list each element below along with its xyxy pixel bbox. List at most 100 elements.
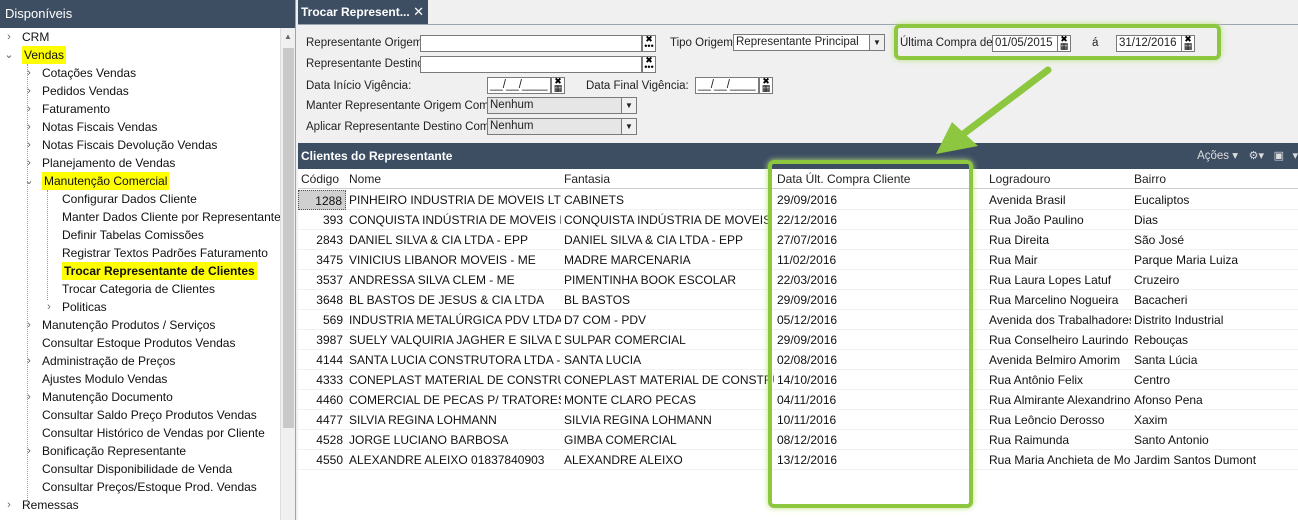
chevron-down-icon[interactable]: ⌄ [24,172,34,190]
tree-item[interactable]: › Notas Fiscais Vendas [0,118,280,136]
tree-item[interactable]: ⌄ Manutenção Comercial [0,172,280,190]
chevron-right-icon[interactable]: › [24,118,34,136]
chevron-down-icon[interactable]: ▼ [621,98,636,113]
chevron-right-icon[interactable]: › [24,352,34,370]
tree-item[interactable]: › Cotações Vendas [0,64,280,82]
column-header[interactable]: Código [298,169,346,189]
tree-item[interactable]: › Politicas [0,298,280,316]
column-header[interactable]: Nome [346,169,561,189]
calendar-icon[interactable]: ✖ ▦ [759,77,773,94]
scrollbar-thumb[interactable] [283,48,294,428]
tree-item[interactable]: › Administração de Preços [0,352,280,370]
rep-destino-lookup-icon[interactable]: ✖ ••• [642,56,656,73]
tree-scrollbar[interactable]: ▲ [280,28,295,520]
tree-item[interactable]: Definir Tabelas Comissões [0,226,280,244]
tree-item[interactable]: Configurar Dados Cliente [0,190,280,208]
tree-item[interactable]: › Planejamento de Vendas [0,154,280,172]
table-cell: 393 [298,210,346,230]
aplicar-select[interactable]: Nenhum ▼ [487,118,637,135]
tree-item-label: Trocar Representante de Clientes [62,262,257,280]
tree-item[interactable]: Consultar Saldo Preço Produtos Vendas [0,406,280,424]
chevron-right-icon[interactable]: › [24,316,34,334]
grid-title: Clientes do Representante [301,149,453,163]
close-icon[interactable]: ✕ [413,0,424,24]
table-cell: Rua Leôncio Derosso [986,410,1131,430]
chevron-down-icon[interactable]: ▼ [869,35,884,50]
chevron-right-icon[interactable]: › [24,154,34,172]
chevron-right-icon[interactable]: › [24,100,34,118]
table-cell: Santo Antonio [1131,430,1298,450]
chevron-right-icon[interactable]: › [24,82,34,100]
tree-item[interactable]: ⌄ Vendas [0,46,280,64]
tree-item[interactable]: Trocar Representante de Clientes [0,262,280,280]
tree-item-label: CRM [22,30,50,44]
chevron-right-icon[interactable]: › [44,298,54,316]
actions-menu[interactable]: Ações ▾ [1197,143,1238,169]
table-cell: BL BASTOS DE JESUS & CIA LTDA [346,290,561,310]
table-cell: ANDRESSA SILVA CLEM - ME [346,270,561,290]
filter-icon[interactable]: ⚙▾ [1249,143,1264,169]
table-cell: 2843 [298,230,346,250]
chevron-right-icon[interactable]: › [24,136,34,154]
tree-item[interactable]: Consultar Estoque Produtos Vendas [0,334,280,352]
tree-item[interactable]: › Pedidos Vendas [0,82,280,100]
chevron-right-icon[interactable]: › [4,28,14,46]
table-cell: VINICIUS LIBANOR MOVEIS - ME [346,250,561,270]
table-cell: Avenida dos Trabalhadores [986,310,1131,330]
table-cell: Afonso Pena [1131,390,1298,410]
tree-item-label: Consultar Preços/Estoque Prod. Vendas [42,480,257,494]
tab-label: Trocar Represent... [301,5,410,19]
tree-item[interactable]: Ajustes Modulo Vendas [0,370,280,388]
tree-item-label: Administração de Preços [42,354,176,368]
tree-item-label: Definir Tabelas Comissões [62,228,204,242]
chevron-right-icon[interactable]: › [4,496,14,514]
manter-label: Manter Representante Origem Como: [306,100,499,112]
tab-trocar-representante[interactable]: Trocar Represent... ✕ [298,0,428,24]
table-cell: Rua Mair [986,250,1131,270]
data-inicio-input[interactable]: __/__/____ [487,77,551,94]
tree-item[interactable]: Consultar Preços/Estoque Prod. Vendas [0,478,280,496]
column-header[interactable]: Fantasia [561,169,774,189]
rep-origem-lookup-icon[interactable]: ✖ ••• [642,35,656,52]
tree-item[interactable]: › CRM [0,28,280,46]
tree-item[interactable]: › Faturamento [0,100,280,118]
chevron-down-icon[interactable]: ⌄ [4,46,14,64]
manter-select[interactable]: Nenhum ▼ [487,97,637,114]
tree-item[interactable]: Consultar Histórico de Vendas por Client… [0,424,280,442]
chevron-down-icon[interactable]: ▼ [621,119,636,134]
chevron-right-icon[interactable]: › [24,442,34,460]
tipo-origem-select[interactable]: Representante Principal ▼ [733,34,885,51]
tipo-origem-label: Tipo Origem: [670,37,737,49]
window-icon[interactable]: ▣ [1274,143,1284,169]
actions-label: Ações [1197,150,1230,162]
rep-destino-input[interactable] [420,56,642,73]
table-cell: SANTA LUCIA CONSTRUTORA LTDA - ME [346,350,561,370]
rep-origem-label: Representante Origem: [306,37,426,49]
tree-item[interactable]: Consultar Disponibilidade de Venda [0,460,280,478]
tree-item[interactable]: Trocar Categoria de Clientes [0,280,280,298]
column-header[interactable]: Bairro [1131,169,1298,189]
tree-item[interactable]: › Notas Fiscais Devolução Vendas [0,136,280,154]
tree-item[interactable]: Registrar Textos Padrões Faturamento [0,244,280,262]
menu-icon[interactable]: ▾ [1292,143,1298,169]
chevron-right-icon[interactable]: › [24,388,34,406]
chevron-right-icon[interactable]: › [24,64,34,82]
left-panel-title: Disponíveis [0,0,295,28]
data-final-input[interactable]: __/__/____ [695,77,759,94]
tree-item-label: Bonificação Representante [42,444,187,458]
rep-origem-input[interactable] [420,35,642,52]
tree-item[interactable]: › Manutenção Produtos / Serviços [0,316,280,334]
tree-item[interactable]: › Remessas [0,496,280,514]
table-cell: Santa Lúcia [1131,350,1298,370]
menu-tree: › CRM ⌄ Vendas › Cotações Vendas › Pedidos Vend… [0,28,280,520]
tree-item[interactable]: › Manutenção Documento [0,388,280,406]
calendar-icon[interactable]: ✖ ▦ [551,77,565,94]
table-cell: 4460 [298,390,346,410]
column-header[interactable]: Logradouro [986,169,1131,189]
tree-item-label: Notas Fiscais Vendas [42,120,158,134]
scroll-up-icon[interactable]: ▲ [284,32,292,41]
tree-item[interactable]: › Bonificação Representante [0,442,280,460]
tree-item[interactable]: Manter Dados Cliente por Representante [0,208,280,226]
table-cell: Xaxim [1131,410,1298,430]
table-cell: 4477 [298,410,346,430]
